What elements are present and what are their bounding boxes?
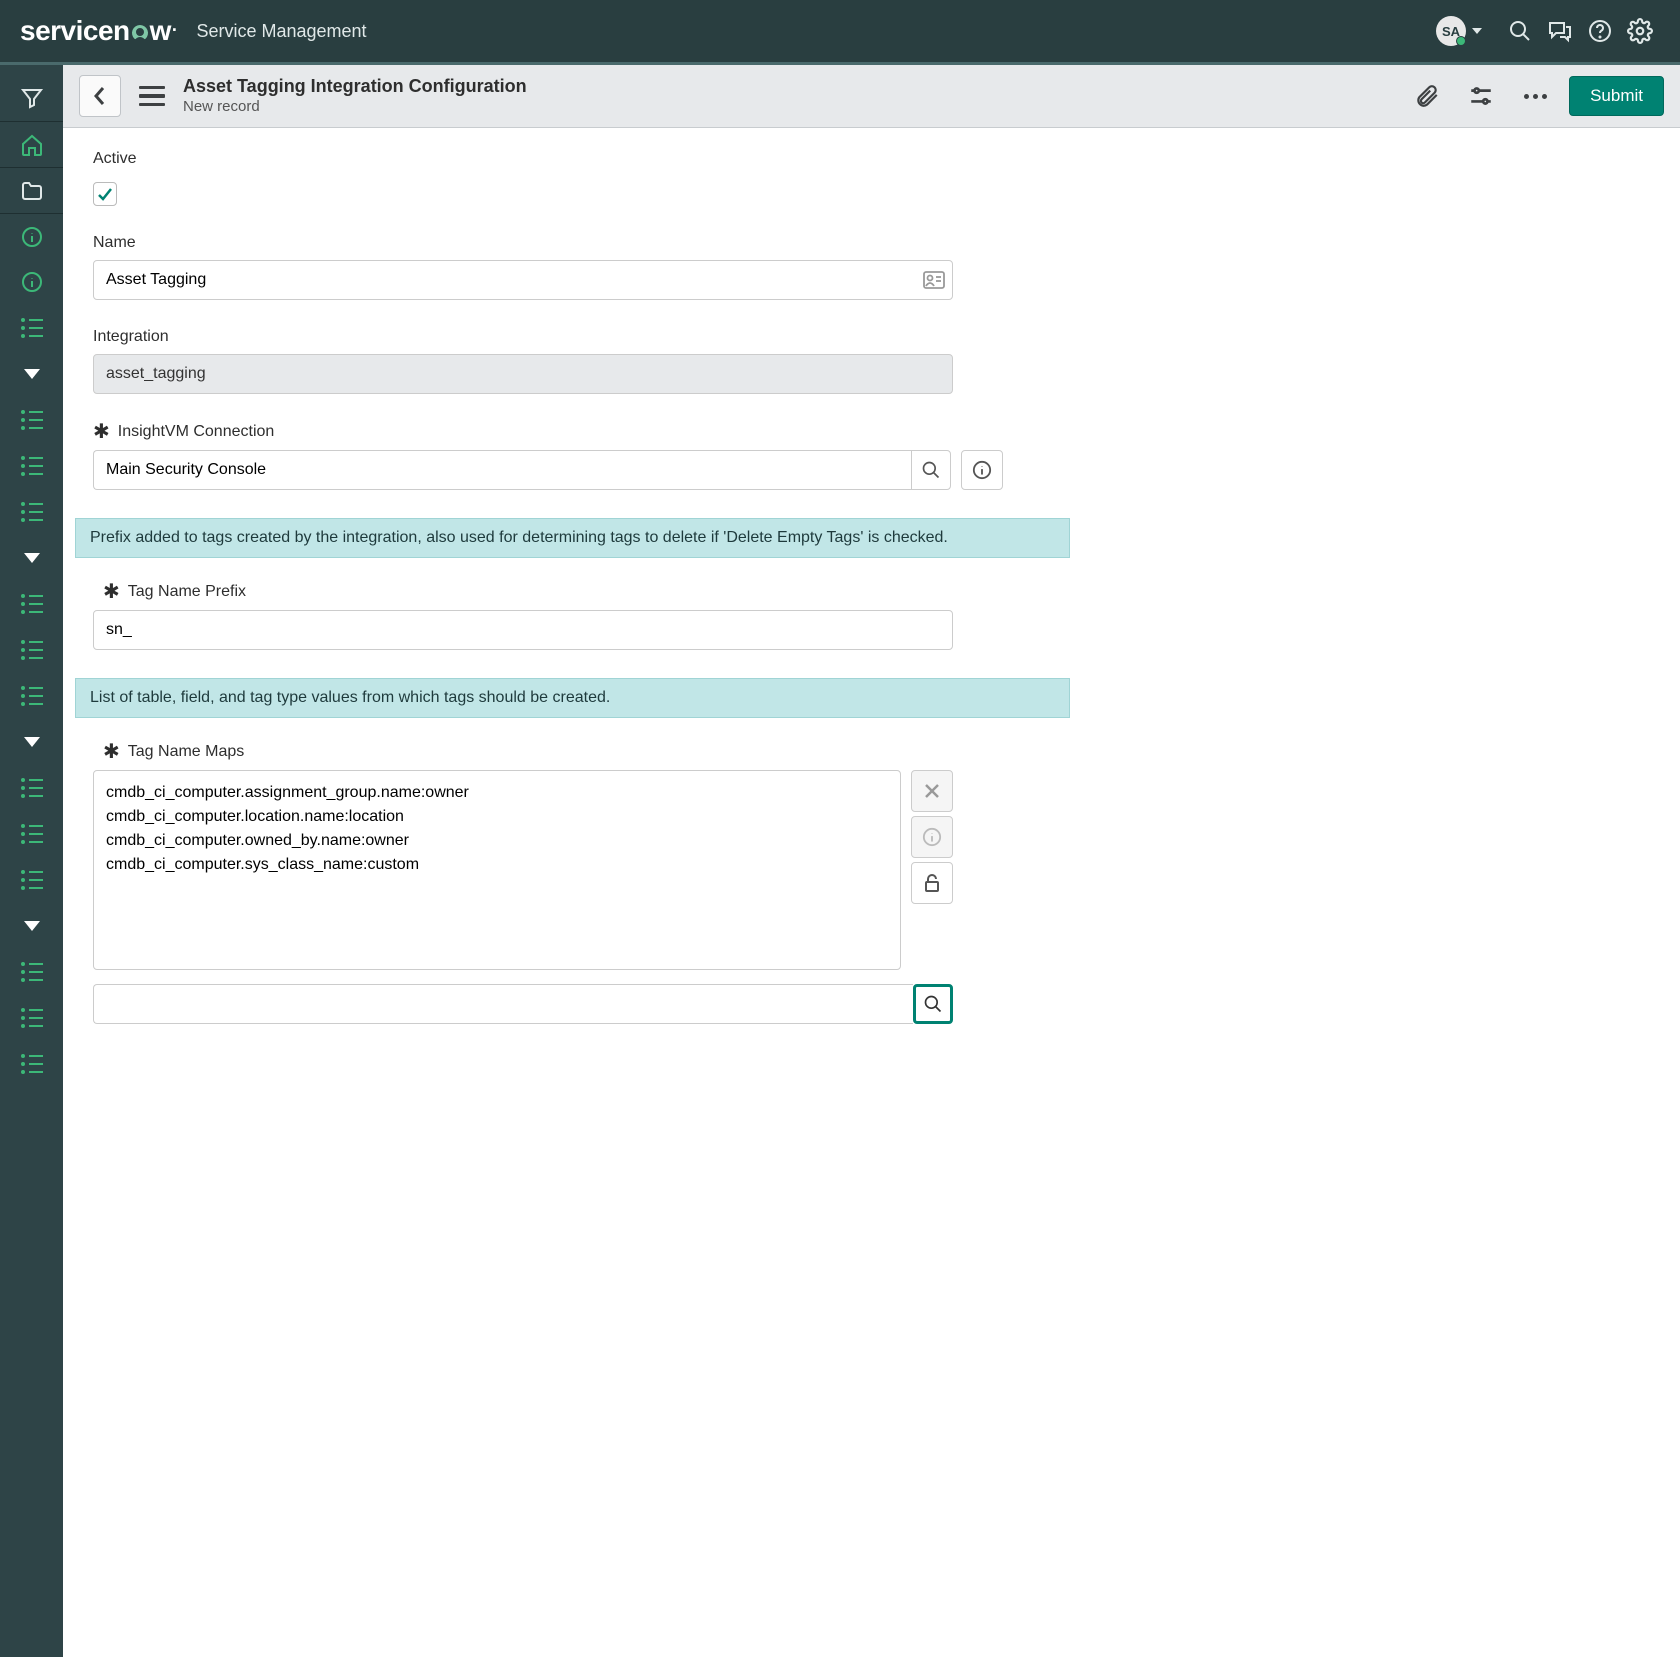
sidebar-list-9[interactable] <box>0 811 63 857</box>
clear-button[interactable] <box>911 770 953 812</box>
chevron-down-icon[interactable] <box>1472 28 1482 34</box>
sidebar-list-11[interactable] <box>0 949 63 995</box>
sidebar <box>0 65 63 1657</box>
menu-icon[interactable] <box>135 82 169 111</box>
sidebar-list-5[interactable] <box>0 581 63 627</box>
integration-label: Integration <box>93 328 1043 346</box>
back-button[interactable] <box>79 75 121 117</box>
search-icon[interactable] <box>1500 11 1540 51</box>
active-checkbox[interactable] <box>93 182 117 206</box>
maps-label: ✱ Tag Name Maps <box>103 742 1043 762</box>
sidebar-info-1[interactable] <box>0 213 63 259</box>
sidebar-collapse-2[interactable] <box>0 535 63 581</box>
name-label: Name <box>93 234 1043 252</box>
prefix-label: ✱ Tag Name Prefix <box>103 582 1043 602</box>
required-asterisk-icon: ✱ <box>93 422 110 442</box>
page-subtitle: New record <box>183 98 1393 117</box>
sidebar-list-8[interactable] <box>0 765 63 811</box>
sidebar-collapse-3[interactable] <box>0 719 63 765</box>
avatar[interactable]: SA <box>1436 16 1466 46</box>
gear-icon[interactable] <box>1620 11 1660 51</box>
sidebar-home[interactable] <box>0 121 63 167</box>
info-button[interactable] <box>911 816 953 858</box>
sidebar-filter[interactable] <box>0 75 63 121</box>
lock-button[interactable] <box>911 862 953 904</box>
card-icon[interactable] <box>923 271 945 289</box>
integration-input <box>93 354 953 394</box>
connection-lookup-button[interactable] <box>911 450 951 490</box>
more-actions-icon[interactable] <box>1515 76 1555 116</box>
sidebar-folder[interactable] <box>0 167 63 213</box>
submit-button[interactable]: Submit <box>1569 76 1664 116</box>
sidebar-list-6[interactable] <box>0 627 63 673</box>
sidebar-collapse-1[interactable] <box>0 351 63 397</box>
sidebar-list-13[interactable] <box>0 1041 63 1087</box>
brand-logo: servicen w. <box>20 15 176 47</box>
connection-input[interactable] <box>93 450 911 490</box>
prefix-input[interactable] <box>93 610 953 650</box>
sidebar-list-3[interactable] <box>0 443 63 489</box>
sidebar-list-10[interactable] <box>0 857 63 903</box>
main-content: Asset Tagging Integration Configuration … <box>63 65 1680 1657</box>
name-input[interactable] <box>93 260 953 300</box>
sidebar-list-4[interactable] <box>0 489 63 535</box>
brand-suffix: Service Management <box>196 21 366 42</box>
required-asterisk-icon: ✱ <box>103 582 120 602</box>
sidebar-list-1[interactable] <box>0 305 63 351</box>
sidebar-list-2[interactable] <box>0 397 63 443</box>
logo-o-icon <box>130 23 150 43</box>
maps-add-input[interactable] <box>93 984 913 1024</box>
attachment-icon[interactable] <box>1407 76 1447 116</box>
connection-label: ✱ InsightVM Connection <box>93 422 1043 442</box>
prefix-info-banner: Prefix added to tags created by the inte… <box>75 518 1070 558</box>
maps-search-button[interactable] <box>913 984 953 1024</box>
page-header: Asset Tagging Integration Configuration … <box>63 65 1680 128</box>
topbar: servicen w. Service Management SA <box>0 0 1680 65</box>
connection-info-button[interactable] <box>961 450 1003 490</box>
settings-sliders-icon[interactable] <box>1461 76 1501 116</box>
sidebar-list-12[interactable] <box>0 995 63 1041</box>
help-icon[interactable] <box>1580 11 1620 51</box>
maps-textarea[interactable] <box>93 770 901 970</box>
chat-icon[interactable] <box>1540 11 1580 51</box>
page-title: Asset Tagging Integration Configuration <box>183 75 1393 98</box>
sidebar-list-7[interactable] <box>0 673 63 719</box>
maps-info-banner: List of table, field, and tag type value… <box>75 678 1070 718</box>
sidebar-collapse-4[interactable] <box>0 903 63 949</box>
active-label: Active <box>93 150 1043 168</box>
required-asterisk-icon: ✱ <box>103 742 120 762</box>
sidebar-info-2[interactable] <box>0 259 63 305</box>
